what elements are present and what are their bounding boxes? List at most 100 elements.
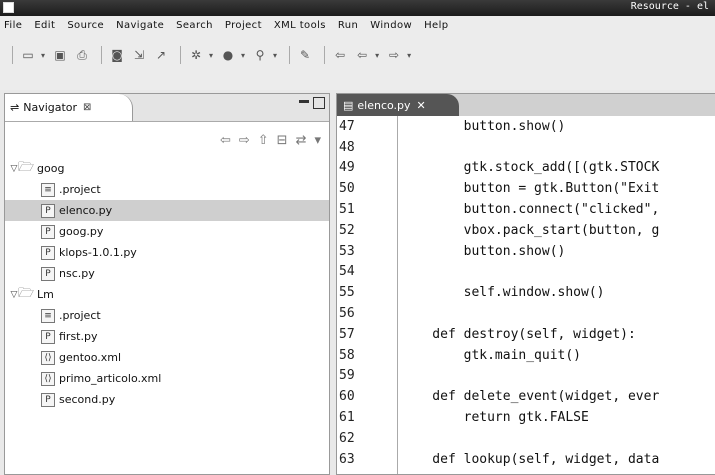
menu-file[interactable]: File	[4, 20, 22, 31]
python-file-icon: ▤	[343, 98, 354, 112]
pin-icon[interactable]: ✎	[296, 46, 314, 64]
code-line[interactable]: 63 def lookup(self, widget, data	[337, 449, 715, 470]
menu-bar: File Edit Source Navigate Search Project…	[0, 16, 715, 34]
navigator-toolbar: ⇦ ⇨ ⇧ ⊟ ⇄ ▾	[5, 122, 329, 158]
line-number: 48	[339, 139, 355, 155]
code-text: button.show()	[401, 243, 566, 259]
menu-search[interactable]: Search	[176, 20, 213, 31]
tree-item[interactable]: ⟨⟩ primo_articolo.xml	[5, 368, 329, 389]
code-line[interactable]: 57 def destroy(self, widget):	[337, 324, 715, 345]
code-line[interactable]: 59	[337, 366, 715, 387]
minimize-icon[interactable]	[299, 100, 309, 103]
code-line[interactable]: 47 button.show()	[337, 116, 715, 137]
tree-item[interactable]: ⟨⟩ gentoo.xml	[5, 347, 329, 368]
view-menu-icon[interactable]: ▾	[314, 133, 321, 148]
code-area[interactable]: 47 button.show() 48 49 gtk.stock_add([(gtk…	[337, 116, 715, 470]
forward-icon[interactable]: ⇨	[239, 133, 250, 148]
print-icon[interactable]: ⎙	[73, 46, 91, 64]
chevron-down-icon[interactable]: ▾	[273, 51, 277, 60]
tree-item-label: goog.py	[59, 225, 104, 238]
menu-xml-tools[interactable]: XML tools	[274, 20, 326, 31]
debug-icon[interactable]: ✲	[187, 46, 205, 64]
tree-item[interactable]: ▽ 🗁 goog	[5, 158, 329, 179]
close-icon[interactable]: ✕	[417, 99, 426, 112]
chevron-down-icon[interactable]: ▾	[241, 51, 245, 60]
tab-navigator[interactable]: ⇌ Navigator ⊠	[5, 94, 133, 121]
code-line[interactable]: 50 button = gtk.Button("Exit	[337, 178, 715, 199]
menu-project[interactable]: Project	[225, 20, 262, 31]
toolbar-separator	[180, 46, 182, 64]
tree-item[interactable]: ▽ 🗁 Lm	[5, 284, 329, 305]
navigator-panel: ⇌ Navigator ⊠ ⇦ ⇨ ⇧ ⊟ ⇄ ▾ ▽ 🗁 goog ≡ .projec…	[4, 93, 330, 475]
up-icon[interactable]: ⇧	[258, 133, 269, 148]
code-line[interactable]: 61 return gtk.FALSE	[337, 407, 715, 428]
menu-window[interactable]: Window	[370, 20, 412, 31]
code-line[interactable]: 52 vbox.pack_start(button, g	[337, 220, 715, 241]
tree-item[interactable]: Pelenco.py	[5, 200, 329, 221]
save-icon[interactable]: ▣	[51, 46, 69, 64]
tree-item-label: klops-1.0.1.py	[59, 246, 137, 259]
line-number: 50	[339, 181, 355, 197]
tab-elenco-py[interactable]: ▤ elenco.py ✕	[337, 94, 459, 116]
tree-item-label: Lm	[37, 288, 54, 301]
chevron-down-icon[interactable]: ▾	[375, 51, 379, 60]
search-icon[interactable]: ◙	[108, 46, 126, 64]
run-icon[interactable]: ●	[219, 46, 237, 64]
collapse-all-icon[interactable]: ⊟	[277, 133, 288, 148]
maximize-icon[interactable]	[313, 97, 325, 109]
forward-icon[interactable]: ⇨	[385, 46, 403, 64]
title-bar: Resource - el	[0, 0, 715, 16]
code-text: def destroy(self, widget):	[401, 326, 636, 342]
file-icon: ≡	[41, 182, 55, 197]
python-file-icon: P	[41, 329, 55, 344]
back-icon[interactable]: ⇦	[331, 46, 349, 64]
open-resource-icon[interactable]: ↗	[152, 46, 170, 64]
line-number: 60	[339, 389, 355, 405]
code-line[interactable]: 54	[337, 262, 715, 283]
link-editor-icon[interactable]: ⇄	[296, 133, 307, 148]
tree-item-label: first.py	[59, 330, 98, 343]
chevron-down-icon[interactable]: ▾	[41, 51, 45, 60]
external-tools-icon[interactable]: ⚲	[251, 46, 269, 64]
chevron-down-icon[interactable]: ▾	[209, 51, 213, 60]
window-menu-button[interactable]	[3, 2, 14, 13]
folder-icon: 🗁	[17, 159, 35, 175]
tree-item[interactable]: ≡ .project	[5, 305, 329, 326]
code-text: def lookup(self, widget, data	[401, 451, 660, 467]
code-line[interactable]: 49 gtk.stock_add([(gtk.STOCK	[337, 158, 715, 179]
tree-item-label: primo_articolo.xml	[59, 372, 162, 385]
code-line[interactable]: 51 button.connect("clicked",	[337, 199, 715, 220]
line-number: 52	[339, 222, 355, 238]
back-icon[interactable]: ⇦	[220, 133, 231, 148]
code-text: vbox.pack_start(button, g	[401, 222, 660, 238]
tree-item[interactable]: Pgoog.py	[5, 221, 329, 242]
menu-source[interactable]: Source	[67, 20, 104, 31]
tree-item[interactable]: Pfirst.py	[5, 326, 329, 347]
line-number: 61	[339, 410, 355, 426]
chevron-down-icon[interactable]: ▾	[407, 51, 411, 60]
tree-item[interactable]: Pnsc.py	[5, 263, 329, 284]
file-icon: ≡	[41, 308, 55, 323]
tree-item[interactable]: ≡ .project	[5, 179, 329, 200]
menu-navigate[interactable]: Navigate	[116, 20, 164, 31]
code-line[interactable]: 53 button.show()	[337, 241, 715, 262]
window-title: Resource - el	[630, 1, 709, 12]
code-line[interactable]: 58 gtk.main_quit()	[337, 345, 715, 366]
tree-item[interactable]: Psecond.py	[5, 389, 329, 410]
code-line[interactable]: 55 self.window.show()	[337, 282, 715, 303]
code-line[interactable]: 60 def delete_event(widget, ever	[337, 386, 715, 407]
new-icon[interactable]: ▭	[19, 46, 37, 64]
line-number: 47	[339, 118, 355, 134]
code-line[interactable]: 62	[337, 428, 715, 449]
code-line[interactable]: 48	[337, 137, 715, 158]
python-file-icon: P	[41, 203, 55, 218]
open-type-icon[interactable]: ⇲	[130, 46, 148, 64]
menu-help[interactable]: Help	[424, 20, 448, 31]
tree-item[interactable]: Pklops-1.0.1.py	[5, 242, 329, 263]
folder-icon: 🗁	[17, 285, 35, 301]
close-icon[interactable]: ⊠	[83, 102, 91, 113]
back-history-icon[interactable]: ⇦	[353, 46, 371, 64]
code-line[interactable]: 56	[337, 303, 715, 324]
menu-run[interactable]: Run	[338, 20, 358, 31]
menu-edit[interactable]: Edit	[34, 20, 55, 31]
